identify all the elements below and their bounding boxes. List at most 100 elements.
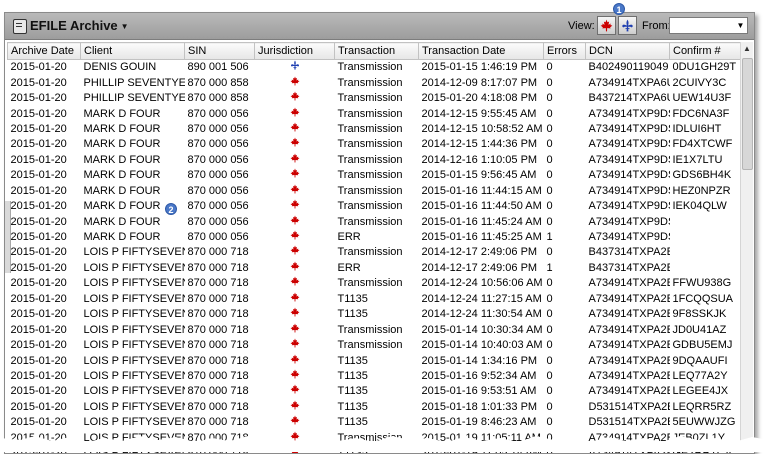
cell-sin: 870 000 718 [187, 385, 249, 398]
cell-trans: Transmission [337, 184, 403, 197]
column-header-jurisdiction[interactable]: Jurisdiction [254, 42, 335, 60]
table-row[interactable]: 2015-01-20 LOIS P FIFTYSEVEN870 000 718 T1… [8, 384, 741, 399]
cell-client: MARK D FOUR [83, 138, 161, 151]
archive-table: Archive Date Client SIN Jurisdiction Tra… [7, 42, 741, 453]
chevron-down-icon: ▼ [120, 22, 129, 31]
cell-errors: 0 [546, 339, 553, 352]
cell-sin: 870 000 056 [187, 184, 249, 197]
cell-archive: 2015-01-20 [10, 354, 67, 367]
table-row[interactable]: 2015-01-20 LOIS P FIFTYSEVEN870 000 718 Tr… [8, 276, 741, 291]
callout-badge-1: 1 [613, 3, 625, 15]
cell-dcn: D531514TXPA2E [588, 400, 670, 413]
cell-errors: 0 [546, 246, 553, 259]
cell-errors: 0 [546, 385, 553, 398]
maple-leaf-icon [255, 384, 335, 399]
cell-confirm [670, 230, 741, 245]
cell-confirm: 9DQAAUFI [672, 354, 728, 367]
cell-client: DENIS GOUIN [83, 61, 157, 74]
table-row[interactable]: 2015-01-20 LOIS P FIFTYSEVEN870 000 718 T1… [8, 307, 741, 322]
table-row[interactable]: 2015-01-20 MARK D FOUR 870 000 056 Transmis… [8, 106, 741, 121]
cell-dcn: A734914TXPA6U [588, 76, 670, 89]
table-row[interactable]: 2015-01-20 PHILLIP SEVENTYEIGHT870 000 85… [8, 75, 741, 90]
view-label: View: [568, 20, 595, 32]
table-row[interactable]: 2015-01-20 MARK D FOUR 870 000 056 Transmis… [8, 184, 741, 199]
cell-sin: 870 000 718 [187, 354, 249, 367]
table-row[interactable]: 2015-01-20 LOIS P FIFTYSEVEN870 000 718 T1… [8, 400, 741, 415]
torn-edge [0, 436, 763, 452]
table-row[interactable]: 2015-01-20 LOIS P FIFTYSEVEN870 000 718 T1… [8, 292, 741, 307]
cell-trans: Transmission [337, 215, 403, 228]
cell-errors: 0 [546, 200, 553, 213]
cell-confirm: 9F8SSKJK [672, 308, 727, 321]
cell-trans: T1135 [337, 416, 368, 429]
cell-dcn: A734914TXP9DS [588, 107, 670, 120]
table-row[interactable]: 2015-01-20 MARK D FOUR 870 000 056 Transmis… [8, 153, 741, 168]
cell-archive: 2015-01-20 [10, 308, 67, 321]
cell-confirm: FFWU938G [672, 277, 732, 290]
cell-dcn: A734914TXPA2E [588, 339, 670, 352]
cell-errors: 0 [546, 107, 553, 120]
cell-tdate: 2015-01-14 10:40:03 AM [421, 339, 543, 352]
cell-archive: 2015-01-20 [10, 277, 67, 290]
column-header-dcn[interactable]: DCN [585, 42, 670, 60]
column-header-client[interactable]: Client [80, 42, 185, 60]
scroll-up-arrow-icon[interactable]: ▲ [741, 42, 753, 56]
table-row[interactable]: 2015-01-20 LOIS P FIFTYSEVEN870 000 718 Tr… [8, 245, 741, 260]
app-title: EFILE Archive [30, 18, 118, 33]
maple-leaf-icon [255, 122, 335, 137]
table-row[interactable]: 2015-01-20 MARK D FOUR 870 000 056 Transmis… [8, 137, 741, 152]
cell-tdate: 2014-12-15 9:55:45 AM [421, 107, 537, 120]
view-quebec-button[interactable] [618, 16, 637, 35]
cell-trans: Transmission [337, 122, 403, 135]
cell-errors: 0 [546, 292, 553, 305]
table-row[interactable]: 2015-01-20 MARK D FOUR 870 000 056 Transmis… [8, 122, 741, 137]
table-row[interactable]: 2015-01-20 MARK D FOUR 870 000 056 ERR 2015-… [8, 230, 741, 245]
cell-trans: T1135 [337, 308, 368, 321]
view-federal-button[interactable] [597, 16, 616, 35]
cell-sin: 870 000 718 [187, 339, 249, 352]
table-row[interactable]: 2015-01-20 LOIS P FIFTYSEVEN870 000 718 T1… [8, 353, 741, 368]
column-header-sin[interactable]: SIN [184, 42, 255, 60]
column-header-transaction-date[interactable]: Transaction Date [418, 42, 544, 60]
cell-dcn: A734914TXPA2E [588, 385, 670, 398]
resize-grip[interactable] [5, 201, 11, 273]
maple-leaf-icon [255, 261, 335, 276]
cell-trans: Transmission [337, 200, 403, 213]
cell-tdate: 2015-01-16 9:52:34 AM [421, 369, 537, 382]
cell-tdate: 2015-01-19 8:46:23 AM [421, 416, 537, 429]
chevron-down-icon[interactable]: ▼ [734, 18, 747, 33]
cell-confirm [670, 245, 741, 260]
column-header-archive-date[interactable]: Archive Date [7, 42, 81, 60]
cell-trans: Transmission [337, 76, 403, 89]
table-row[interactable]: 2015-01-20 LOIS P FIFTYSEVEN 870 000 718 ER… [8, 261, 741, 276]
app-title-menu[interactable]: EFILE Archive ▼ [30, 18, 129, 33]
cell-trans: T1135 [337, 292, 368, 305]
cell-trans: T1135 [337, 354, 368, 367]
cell-tdate: 2014-12-17 2:49:06 PM [421, 246, 538, 259]
table-row[interactable]: 2015-01-20 MARK D FOUR 870 000 056 Transmis… [8, 214, 741, 229]
table-row[interactable]: 2015-01-20 MARK D FOUR 870 000 056 Transmis… [8, 199, 741, 214]
table-row[interactable]: 2015-01-20 LOIS P FIFTYSEVEN870 000 718 Tr… [8, 338, 741, 353]
cell-trans: Transmission [337, 339, 403, 352]
cell-client: PHILLIP SEVENTYEIGHT [83, 76, 185, 89]
scroll-thumb[interactable] [742, 58, 753, 170]
cell-archive: 2015-01-20 [10, 138, 67, 151]
cell-archive: 2015-01-20 [10, 200, 67, 213]
cell-errors: 1 [546, 261, 553, 274]
column-header-confirm[interactable]: Confirm # [669, 42, 741, 60]
table-row[interactable]: 2015-01-20 LOIS P FIFTYSEVEN870 000 718 T1… [8, 415, 741, 430]
cell-sin: 870 000 718 [187, 292, 249, 305]
table-row[interactable]: 2015-01-20 DENIS GOUIN 890 001 506 Transmis… [8, 60, 741, 76]
cell-trans: ERR [337, 231, 361, 244]
table-row[interactable]: 2015-01-20 LOIS P FIFTYSEVEN870 000 718 T1… [8, 369, 741, 384]
column-header-transaction[interactable]: Transaction [334, 42, 419, 60]
table-row[interactable]: 2015-01-20 PHILLIP SEVENTYEIGHT870 000 85… [8, 91, 741, 106]
maple-leaf-icon [255, 307, 335, 322]
column-header-errors[interactable]: Errors [543, 42, 586, 60]
cell-errors: 0 [546, 308, 553, 321]
vertical-scrollbar[interactable]: ▲ [740, 42, 753, 442]
table-row[interactable]: 2015-01-20 MARK D FOUR 870 000 056 Transmis… [8, 168, 741, 183]
cell-dcn: A734914TXP9DS [588, 138, 670, 151]
maple-leaf-icon [255, 230, 335, 245]
table-row[interactable]: 2015-01-20 LOIS P FIFTYSEVEN870 000 718 Tr… [8, 322, 741, 337]
